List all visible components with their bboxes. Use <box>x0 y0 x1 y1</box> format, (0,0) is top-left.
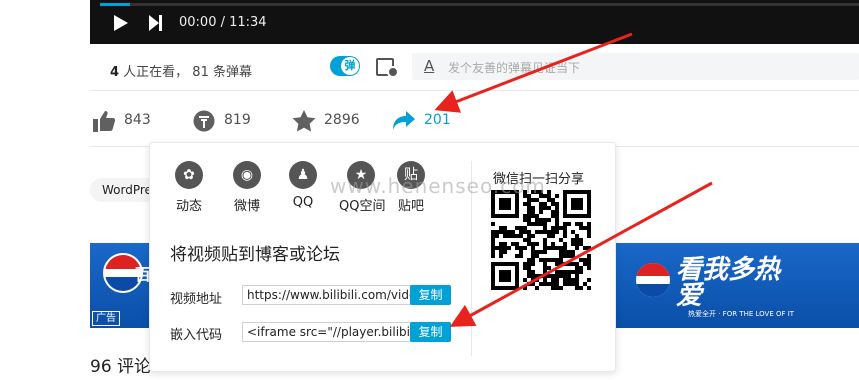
annotation-arrow <box>434 32 633 113</box>
annotation-arrows <box>434 32 713 327</box>
annotation-arrow <box>449 181 713 327</box>
